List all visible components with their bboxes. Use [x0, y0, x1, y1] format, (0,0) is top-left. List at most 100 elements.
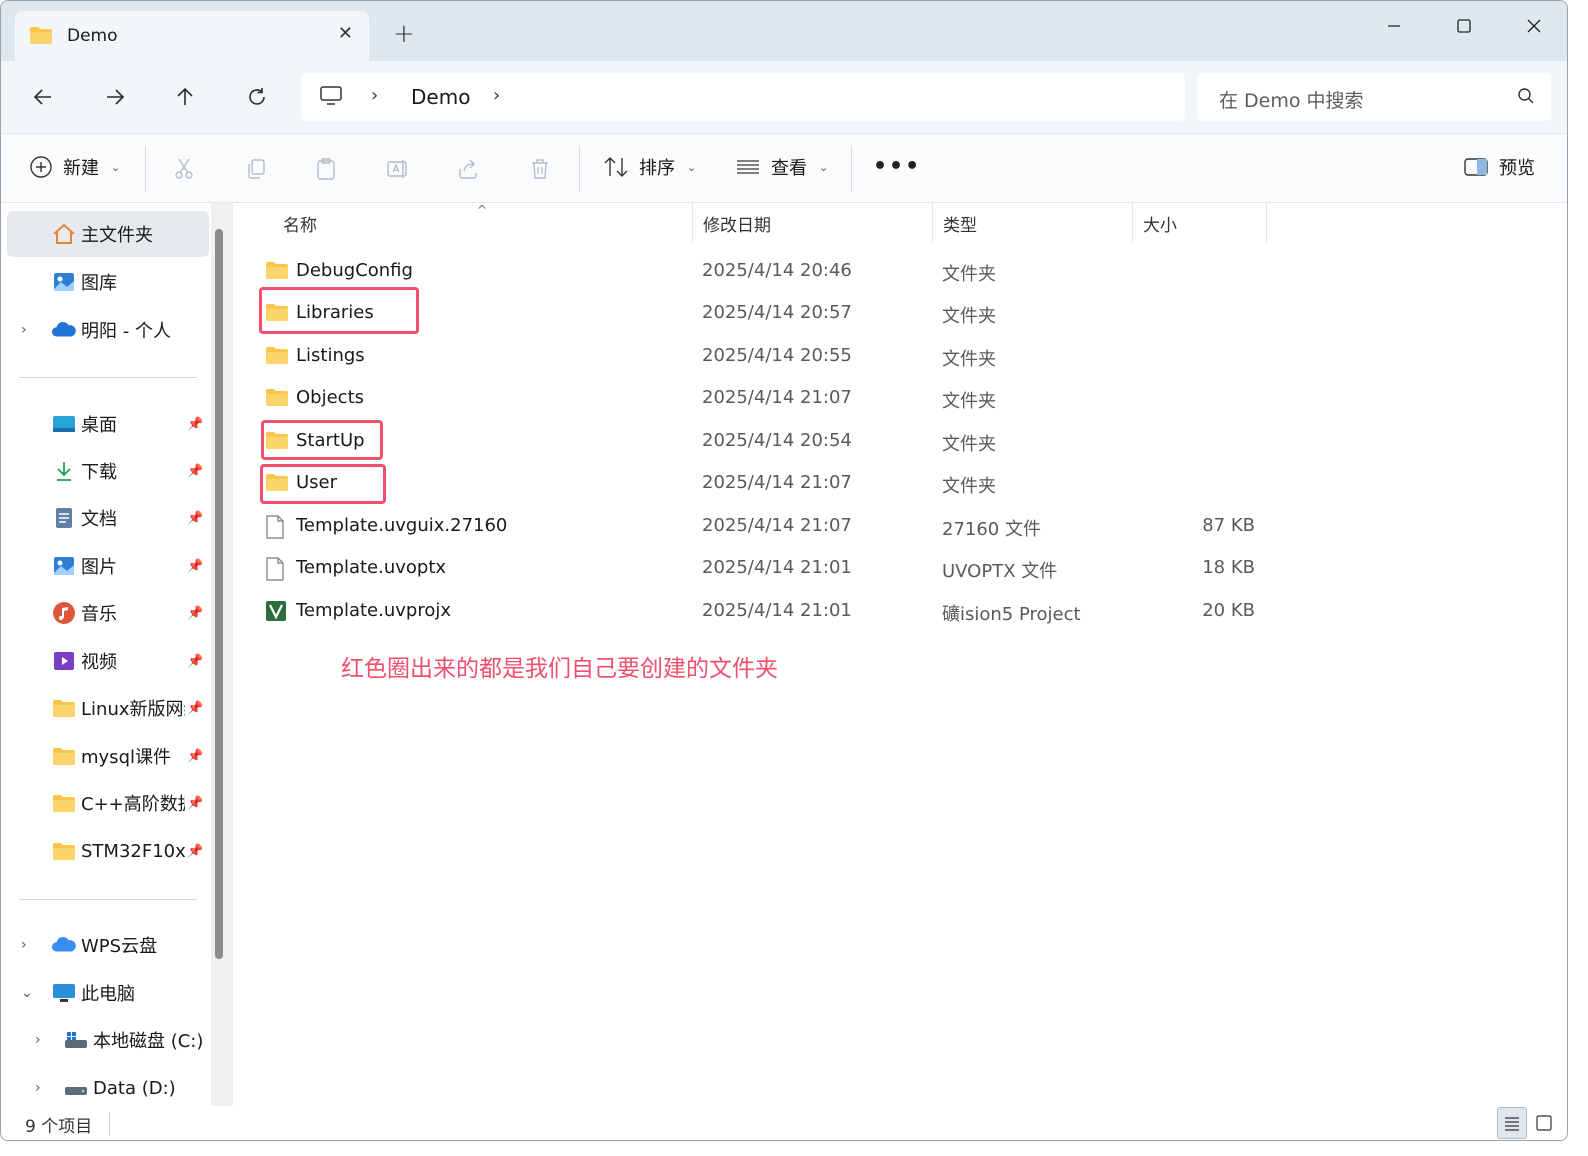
pin-icon[interactable]: 📌 [187, 559, 203, 574]
sidebar-item-desktop[interactable]: 桌面 📌 [1, 401, 207, 447]
new-button[interactable]: 新建 ⌄ [29, 154, 120, 180]
file-type: 27160 文件 [942, 519, 1041, 540]
paste-icon[interactable] [311, 154, 341, 184]
folder-icon [29, 25, 53, 49]
file-type: 文件夹 [942, 434, 996, 455]
this-pc-icon [51, 980, 77, 1006]
search-icon[interactable] [1517, 87, 1535, 109]
file-date: 2025/4/14 21:07 [702, 387, 852, 408]
column-header-type[interactable]: 类型 [933, 203, 1133, 243]
new-tab-button[interactable]: + [393, 21, 415, 47]
address-bar[interactable]: › Demo › [301, 73, 1185, 121]
table-row[interactable]: Listings 2025/4/14 20:55 文件夹 [253, 334, 1263, 376]
sidebar-item-wps-cloud[interactable]: › WPS云盘 [1, 922, 207, 968]
sidebar-item-label: 音乐 [81, 604, 117, 625]
view-button[interactable]: 查看 ⌄ [735, 154, 828, 180]
sidebar-item-drive-c[interactable]: › 本地磁盘 (C:) [1, 1017, 207, 1063]
file-size: 18 KB [1202, 557, 1255, 578]
chevron-right-icon[interactable]: › [21, 937, 27, 953]
folder-icon [51, 790, 77, 816]
sidebar-item-folder[interactable]: C++高阶数据结构 📌 [1, 780, 207, 826]
sidebar-item-pictures[interactable]: 图片 📌 [1, 543, 207, 589]
file-list: 名称 ^ 修改日期 类型 大小 DebugConfig 2025/4/14 20… [233, 203, 1567, 1106]
videos-icon [51, 648, 77, 674]
table-row[interactable]: User 2025/4/14 21:07 文件夹 [253, 461, 1263, 503]
sidebar-item-folder[interactable]: Linux新版网络 📌 [1, 685, 207, 731]
sidebar-item-drive-d[interactable]: › Data (D:) [1, 1065, 207, 1111]
sidebar-item-documents[interactable]: 文档 📌 [1, 495, 207, 541]
refresh-button[interactable] [239, 81, 275, 113]
copy-icon[interactable] [241, 154, 271, 184]
pin-icon[interactable]: 📌 [187, 701, 203, 716]
breadcrumb-demo[interactable]: Demo [411, 85, 470, 109]
table-row[interactable]: StartUp 2025/4/14 20:54 文件夹 [253, 419, 1263, 461]
sidebar-item-home[interactable]: 主文件夹 [7, 211, 209, 257]
column-header-size[interactable]: 大小 [1133, 203, 1267, 243]
large-icons-view-button[interactable] [1529, 1107, 1559, 1139]
sidebar-item-gallery[interactable]: 图库 [1, 259, 207, 305]
navigation-pane: 主文件夹 图库 › 明阳 - 个人 桌面 📌 下载 📌 文档 📌 图片 📌 音乐… [1, 203, 233, 1106]
cut-icon[interactable] [169, 154, 199, 184]
sidebar-item-this-pc[interactable]: ⌄ 此电脑 [1, 970, 207, 1016]
file-date: 2025/4/14 21:07 [702, 472, 852, 493]
more-options-button[interactable]: ••• [873, 154, 921, 179]
up-button[interactable] [167, 81, 203, 113]
back-button[interactable] [25, 81, 61, 113]
chevron-right-icon[interactable]: › [493, 85, 500, 106]
forward-button[interactable] [97, 81, 133, 113]
rename-icon[interactable] [383, 154, 413, 184]
sort-button[interactable]: 排序 ⌄ [603, 154, 696, 180]
sidebar-item-music[interactable]: 音乐 📌 [1, 590, 207, 636]
column-header-name[interactable]: 名称 ^ [273, 203, 693, 243]
chevron-down-icon: ⌄ [687, 160, 697, 174]
pin-icon[interactable]: 📌 [187, 511, 203, 526]
chevron-right-icon[interactable]: › [371, 85, 378, 106]
sidebar-item-folder[interactable]: STM32F10x_ 📌 [1, 828, 207, 874]
pin-icon[interactable]: 📌 [187, 606, 203, 621]
table-row[interactable]: Template.uvoptx 2025/4/14 21:01 UVOPTX 文… [253, 546, 1263, 588]
tab-demo[interactable]: Demo ✕ [15, 11, 369, 61]
chevron-down-icon: ⌄ [111, 160, 121, 174]
minimize-button[interactable] [1369, 11, 1419, 41]
folder-icon [265, 260, 289, 285]
arrow-up-icon [177, 87, 193, 105]
sidebar-item-folder[interactable]: mysql课件 📌 [1, 733, 207, 779]
table-row[interactable]: Template.uvprojx 2025/4/14 21:01 礦ision5… [253, 589, 1263, 631]
sidebar-item-label: Linux新版网络 [81, 699, 185, 720]
column-header-date[interactable]: 修改日期 [693, 203, 933, 243]
file-date: 2025/4/14 20:55 [702, 345, 852, 366]
close-button[interactable] [1509, 11, 1559, 41]
delete-icon[interactable] [525, 154, 555, 184]
file-icon [265, 515, 285, 544]
new-label: 新建 [63, 158, 99, 179]
sidebar-item-label: 此电脑 [81, 984, 135, 1005]
tab-close-icon[interactable]: ✕ [338, 23, 353, 44]
sidebar-item-downloads[interactable]: 下载 📌 [1, 448, 207, 494]
sidebar-item-videos[interactable]: 视频 📌 [1, 638, 207, 684]
search-box[interactable]: 在 Demo 中搜索 [1197, 73, 1551, 121]
pin-icon[interactable]: 📌 [187, 796, 203, 811]
pin-icon[interactable]: 📌 [187, 749, 203, 764]
table-row[interactable]: Objects 2025/4/14 21:07 文件夹 [253, 376, 1263, 418]
folder-icon [51, 838, 77, 864]
table-row[interactable]: Template.uvguix.27160 2025/4/14 21:07 27… [253, 504, 1263, 546]
chevron-right-icon[interactable]: › [35, 1080, 41, 1096]
preview-button[interactable]: 预览 [1463, 154, 1535, 180]
sidebar-item-onedrive[interactable]: › 明阳 - 个人 [1, 307, 207, 353]
chevron-right-icon[interactable]: › [35, 1032, 41, 1048]
pin-icon[interactable]: 📌 [187, 464, 203, 479]
share-icon[interactable] [453, 154, 483, 184]
sidebar-item-label: 主文件夹 [81, 225, 153, 246]
pin-icon[interactable]: 📌 [187, 844, 203, 859]
search-input[interactable]: 在 Demo 中搜索 [1219, 86, 1364, 113]
chevron-down-icon[interactable]: ⌄ [21, 985, 33, 1001]
maximize-button[interactable] [1439, 11, 1489, 41]
chevron-right-icon[interactable]: › [21, 322, 27, 338]
pin-icon[interactable]: 📌 [187, 654, 203, 669]
table-row[interactable]: DebugConfig 2025/4/14 20:46 文件夹 [253, 249, 1263, 291]
sort-label: 排序 [639, 158, 675, 179]
details-view-button[interactable] [1497, 1107, 1527, 1139]
sidebar-scrollbar[interactable] [215, 229, 223, 959]
file-explorer-window: Demo ✕ + › Demo › 在 Demo 中搜索 新建 ⌄ 排序 ⌄ 查… [0, 0, 1568, 1141]
pin-icon[interactable]: 📌 [187, 417, 203, 432]
